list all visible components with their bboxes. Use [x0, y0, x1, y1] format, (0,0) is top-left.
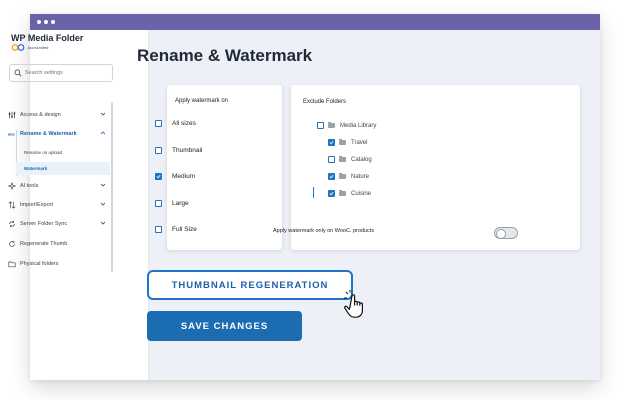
folder-icon — [339, 156, 346, 162]
window-dot-icon[interactable] — [51, 20, 55, 24]
sparkle-icon — [8, 182, 16, 190]
sidebar-scrollbar[interactable] — [111, 102, 113, 272]
check-icon — [329, 191, 334, 196]
window-titlebar — [30, 14, 600, 30]
sidebar-item-label: AI tools — [20, 183, 39, 189]
size-option-large[interactable]: Large — [155, 200, 189, 207]
chevron-up-icon — [100, 131, 106, 135]
checkbox-checked[interactable] — [155, 173, 162, 180]
chevron-down-icon — [100, 112, 106, 116]
size-option-full-size[interactable]: Full Size — [155, 226, 197, 233]
thumbnail-regeneration-button[interactable]: THUMBNAIL REGENERATION — [147, 270, 353, 300]
sidebar-item-label: Regenerate Thumb — [20, 241, 68, 247]
size-option-medium[interactable]: Medium — [155, 173, 195, 180]
checkbox[interactable] — [317, 122, 324, 129]
folder-icon — [8, 261, 16, 268]
checkbox[interactable] — [155, 147, 162, 154]
sidebar-item-label: Import/Export — [20, 202, 54, 208]
window-dot-icon[interactable] — [44, 20, 48, 24]
hand-cursor-icon — [344, 290, 363, 318]
tree-item-label: Media Library — [340, 122, 377, 129]
sync-icon — [9, 220, 15, 228]
tree-item-cuisine[interactable]: Cuisine — [328, 190, 371, 197]
sidebar-item-rename-watermark[interactable]: abc Rename & Watermark — [8, 127, 110, 141]
sidebar-item-server-folder-sync[interactable]: Server Folder Sync — [8, 217, 110, 231]
search-icon — [14, 69, 22, 77]
page-title: Rename & Watermark — [137, 46, 313, 65]
exclude-card-title: Exclude Folders — [303, 99, 347, 105]
search-input[interactable] — [22, 70, 105, 76]
checkbox-checked[interactable] — [328, 190, 335, 197]
import-export-icon — [8, 201, 16, 209]
wooc-toggle-label: Apply watermark only on WooC. products — [273, 228, 375, 234]
sidebar-subitem-watermark[interactable]: Watermark — [16, 162, 110, 175]
option-label: Large — [172, 200, 189, 207]
sidebar-item-import-export[interactable]: Import/Export — [8, 198, 110, 212]
folder-icon — [328, 122, 335, 128]
chevron-down-icon — [100, 221, 106, 225]
window-dot-icon[interactable] — [37, 20, 41, 24]
check-icon — [329, 140, 334, 145]
sliders-icon — [8, 111, 16, 119]
exclude-folders-card — [291, 85, 580, 250]
sidebar-item-access-design[interactable]: Access & design — [8, 108, 110, 122]
joomunited-logo-icon — [11, 44, 25, 51]
chevron-down-icon — [100, 183, 106, 187]
save-changes-button[interactable]: SAVE CHANGES — [147, 311, 302, 341]
size-option-thumbnail[interactable]: Thumbnail — [155, 147, 202, 154]
tree-item-label: Cuisine — [351, 190, 372, 197]
search-box[interactable] — [9, 64, 113, 82]
sidebar-item-regenerate-thumb[interactable]: Regenerate Thumb — [8, 237, 110, 251]
sidebar-subitem-rename-on-upload[interactable]: Rename on upload — [16, 146, 110, 159]
checkbox[interactable] — [328, 156, 335, 163]
folder-icon — [339, 190, 346, 196]
tree-item-travel[interactable]: Travel — [328, 139, 367, 146]
checkbox-checked[interactable] — [328, 139, 335, 146]
tree-selection-marker — [313, 187, 314, 198]
tree-item-catalog[interactable]: Catalog — [328, 156, 372, 163]
rename-icon: abc — [8, 132, 16, 137]
sub-brand-label: JoomUnited — [27, 45, 49, 50]
tree-item-nature[interactable]: Nature — [328, 173, 369, 180]
sidebar-item-label: Access & design — [20, 112, 61, 118]
checkbox[interactable] — [155, 226, 162, 233]
tree-item-media-library[interactable]: Media Library — [317, 122, 376, 129]
svg-text:abc: abc — [8, 132, 16, 137]
option-label: Full Size — [172, 226, 197, 233]
check-icon — [329, 174, 334, 179]
toggle-knob — [496, 229, 506, 239]
folder-icon — [339, 139, 346, 145]
watermark-card-title: Apply watermark on — [175, 98, 229, 104]
checkbox[interactable] — [155, 120, 162, 127]
option-label: Medium — [172, 173, 196, 180]
refresh-icon — [9, 240, 15, 247]
sidebar-item-label: Rename & Watermark — [20, 131, 77, 137]
sidebar-item-ai-tools[interactable]: AI tools — [8, 179, 110, 193]
option-label: All sizes — [172, 120, 196, 127]
wooc-toggle[interactable] — [494, 227, 518, 239]
checkbox[interactable] — [155, 200, 162, 207]
app-brand: WP Media Folder — [11, 33, 84, 43]
folder-icon — [339, 173, 346, 179]
chevron-down-icon — [100, 202, 106, 206]
tree-item-label: Catalog — [351, 156, 372, 163]
option-label: Thumbnail — [172, 147, 203, 154]
tree-item-label: Travel — [351, 139, 368, 146]
size-option-all-sizes[interactable]: All sizes — [155, 120, 196, 127]
sidebar-item-label: Physical folders — [20, 261, 59, 267]
tree-item-label: Nature — [351, 173, 370, 180]
sub-brand: JoomUnited — [11, 44, 48, 51]
sidebar-item-physical-folders[interactable]: Physical folders — [8, 257, 110, 271]
checkbox-checked[interactable] — [328, 173, 335, 180]
check-icon — [156, 174, 161, 179]
sidebar-item-label: Server Folder Sync — [20, 221, 68, 227]
